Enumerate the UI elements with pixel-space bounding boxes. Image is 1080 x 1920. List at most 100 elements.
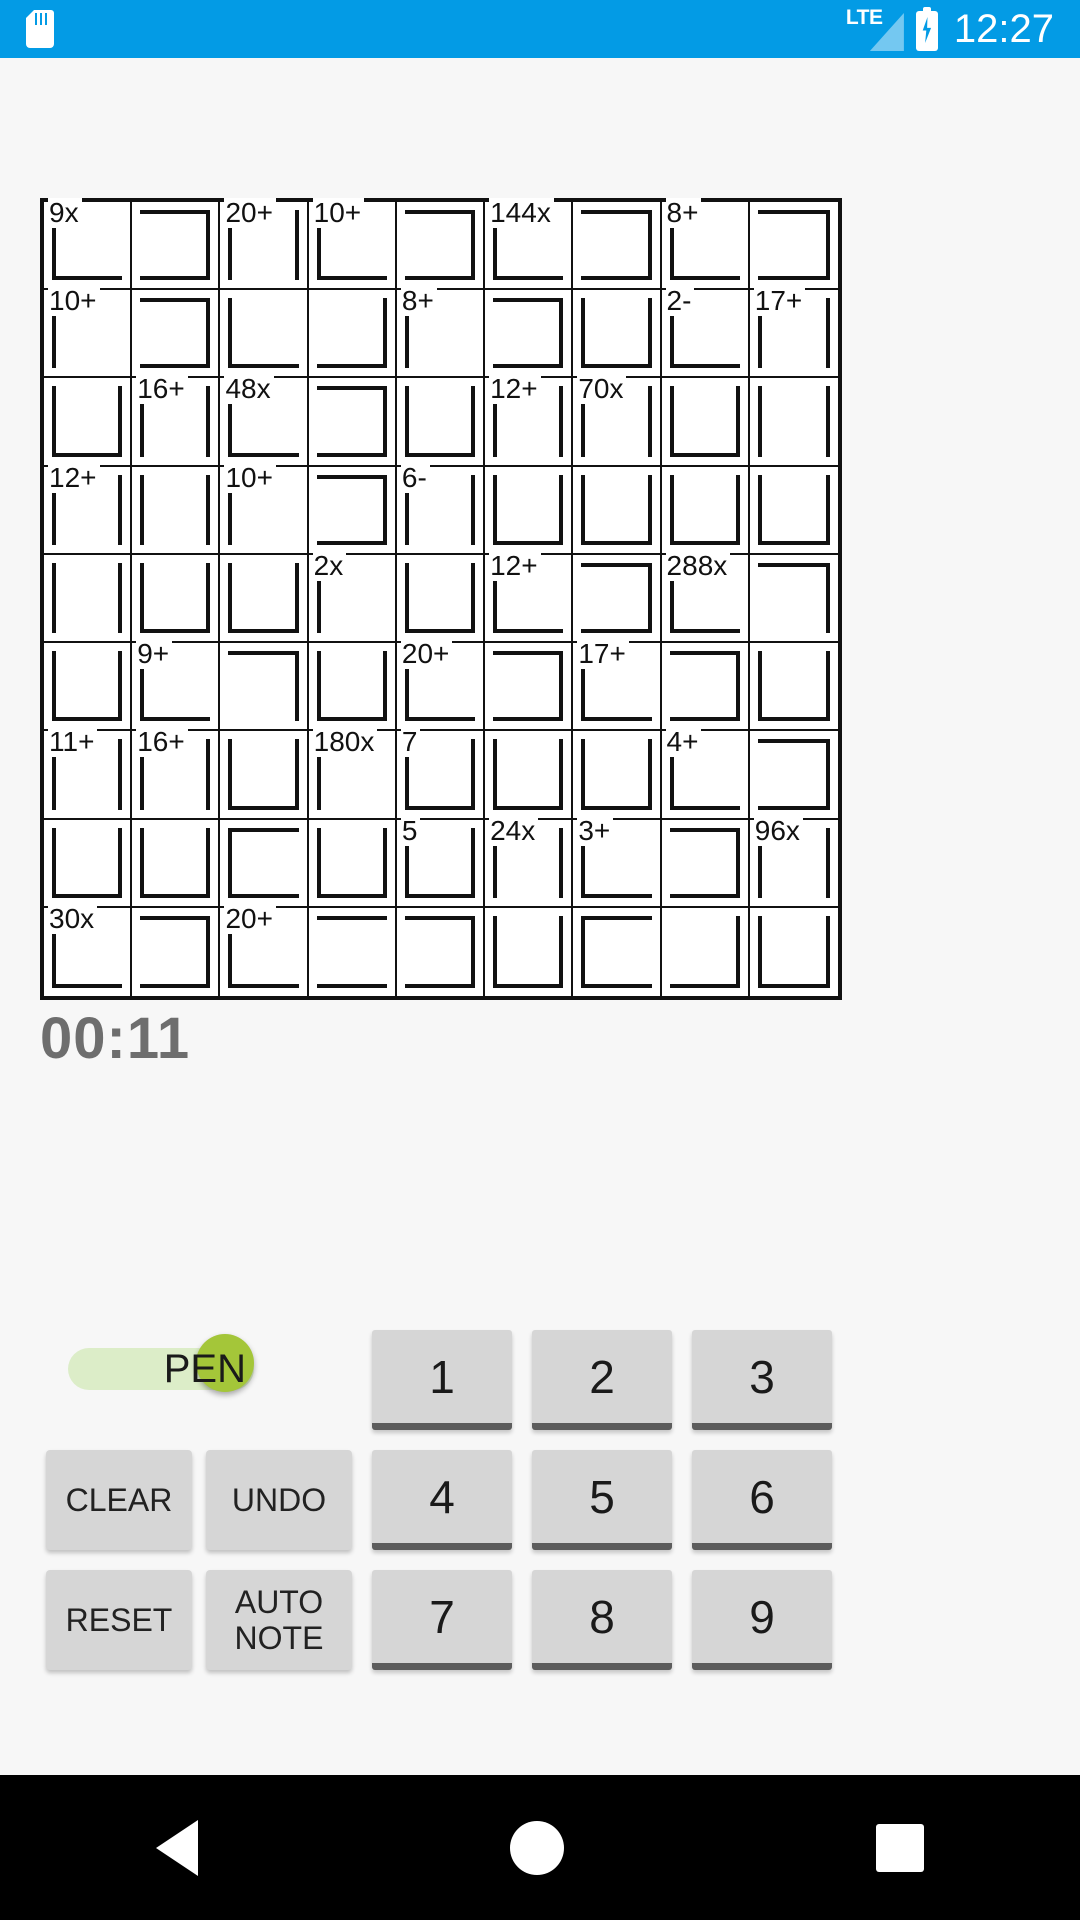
grid-cell-r4-c3[interactable]: 2x: [308, 550, 397, 644]
grid-cell-r6-c4[interactable]: 7: [396, 727, 486, 820]
grid-cell-r4-c0[interactable]: [44, 554, 133, 644]
grid-cell-r2-c5[interactable]: 12+: [485, 374, 574, 467]
grid-cell-r7-c8[interactable]: 96x: [749, 815, 838, 908]
grid-cell-r2-c8[interactable]: [749, 378, 838, 467]
grid-cell-r8-c8[interactable]: [749, 907, 838, 996]
grid-cell-r3-c1[interactable]: [132, 466, 221, 555]
grid-cell-r5-c2[interactable]: [220, 643, 309, 732]
clear-button[interactable]: CLEAR: [46, 1450, 192, 1550]
undo-button[interactable]: UNDO: [206, 1450, 352, 1550]
grid-cell-r0-c1[interactable]: [132, 202, 221, 291]
grid-cell-r7-c2[interactable]: [220, 819, 309, 908]
grid-cell-r1-c5[interactable]: [485, 290, 574, 379]
grid-cell-r0-c7[interactable]: 8+: [661, 198, 750, 291]
numpad-button-7[interactable]: 7: [372, 1570, 512, 1670]
grid-cell-r8-c2[interactable]: 20+: [220, 903, 309, 996]
grid-cell-r3-c8[interactable]: [749, 466, 838, 555]
numpad-button-8[interactable]: 8: [532, 1570, 672, 1670]
grid-cell-r2-c7[interactable]: [661, 378, 750, 467]
auto-note-button[interactable]: AUTO NOTE: [206, 1570, 352, 1670]
numpad-button-5[interactable]: 5: [532, 1450, 672, 1550]
grid-cell-r6-c1[interactable]: 16+: [132, 727, 221, 820]
grid-cell-r3-c2[interactable]: 10+: [220, 462, 309, 555]
grid-cell-r5-c6[interactable]: 17+: [573, 639, 662, 732]
grid-cell-r7-c6[interactable]: 3+: [573, 815, 662, 908]
grid-cell-r7-c4[interactable]: 5: [396, 815, 486, 908]
reset-button[interactable]: RESET: [46, 1570, 192, 1670]
grid-cell-r7-c3[interactable]: [308, 819, 397, 908]
grid-cell-r0-c4[interactable]: [396, 202, 486, 291]
grid-cell-r1-c3[interactable]: [308, 290, 397, 379]
grid-cell-r2-c6[interactable]: 70x: [573, 374, 662, 467]
grid-cell-r1-c7[interactable]: 2-: [661, 286, 750, 379]
grid-cell-r2-c2[interactable]: 48x: [220, 374, 309, 467]
grid-cell-r8-c5[interactable]: [485, 907, 574, 996]
back-triangle-icon[interactable]: [156, 1819, 198, 1876]
grid-cell-r8-c4[interactable]: [396, 907, 486, 996]
grid-cell-r3-c7[interactable]: [661, 466, 750, 555]
grid-cell-r1-c8[interactable]: 17+: [749, 286, 838, 379]
grid-cell-r3-c3[interactable]: [308, 466, 397, 555]
grid-cell-r5-c7[interactable]: [661, 643, 750, 732]
grid-cell-r0-c3[interactable]: 10+: [308, 198, 397, 291]
grid-cell-r7-c7[interactable]: [661, 819, 750, 908]
grid-cell-r1-c0[interactable]: 10+: [44, 286, 133, 379]
grid-cell-r6-c0[interactable]: 11+: [44, 727, 133, 820]
numpad-button-1[interactable]: 1: [372, 1330, 512, 1430]
grid-cell-r5-c3[interactable]: [308, 643, 397, 732]
numpad-button-6[interactable]: 6: [692, 1450, 832, 1550]
grid-cell-r3-c0[interactable]: 12+: [44, 462, 133, 555]
home-circle-icon[interactable]: [510, 1820, 564, 1875]
grid-cell-r8-c6[interactable]: [573, 907, 662, 996]
grid-cell-r8-c3[interactable]: [308, 907, 397, 996]
grid-cell-r6-c7[interactable]: 4+: [661, 727, 750, 820]
calcudoku-grid[interactable]: 9x 20+ 10+ 144x 8+ 10+ 8+ 2- 17+ 16+ 48x 12+ 70x 12+ 1…: [40, 198, 842, 1000]
grid-cell-r5-c8[interactable]: [749, 643, 838, 732]
numpad-button-3[interactable]: 3: [692, 1330, 832, 1430]
grid-cell-r2-c4[interactable]: [396, 378, 486, 467]
grid-cell-r4-c5[interactable]: 12+: [485, 550, 574, 644]
grid-cell-r2-c0[interactable]: [44, 378, 133, 467]
grid-cell-r2-c1[interactable]: 16+: [132, 374, 221, 467]
numpad-button-9[interactable]: 9: [692, 1570, 832, 1670]
grid-cell-r3-c6[interactable]: [573, 466, 662, 555]
grid-cell-r0-c0[interactable]: 9x: [44, 198, 133, 291]
grid-cell-r5-c0[interactable]: [44, 643, 133, 732]
grid-cell-r4-c7[interactable]: 288x: [661, 550, 750, 644]
grid-cell-r4-c8[interactable]: [749, 554, 838, 644]
grid-cell-r5-c5[interactable]: [485, 643, 574, 732]
grid-cell-r2-c3[interactable]: [308, 378, 397, 467]
grid-cell-r3-c4[interactable]: 6-: [396, 462, 486, 555]
grid-cell-r3-c5[interactable]: [485, 466, 574, 555]
grid-cell-r6-c3[interactable]: 180x: [308, 727, 397, 820]
grid-cell-r5-c1[interactable]: 9+: [132, 639, 221, 732]
grid-cell-r1-c2[interactable]: [220, 290, 309, 379]
numpad-button-4[interactable]: 4: [372, 1450, 512, 1550]
grid-cell-r1-c1[interactable]: [132, 290, 221, 379]
grid-cell-r1-c6[interactable]: [573, 290, 662, 379]
grid-cell-r6-c5[interactable]: [485, 731, 574, 820]
pen-mode-toggle[interactable]: PEN: [68, 1334, 254, 1392]
grid-cell-r8-c1[interactable]: [132, 907, 221, 996]
grid-cell-r6-c2[interactable]: [220, 731, 309, 820]
grid-cell-r6-c6[interactable]: [573, 731, 662, 820]
grid-cell-r7-c5[interactable]: 24x: [485, 815, 574, 908]
grid-cell-r7-c1[interactable]: [132, 819, 221, 908]
grid-cell-r0-c6[interactable]: [573, 202, 662, 291]
grid-cell-r0-c5[interactable]: 144x: [485, 198, 574, 291]
grid-cell-r8-c0[interactable]: 30x: [44, 903, 133, 996]
recents-square-icon[interactable]: [876, 1823, 924, 1872]
grid-cell-r7-c0[interactable]: [44, 819, 133, 908]
grid-cell-r5-c4[interactable]: 20+: [396, 639, 486, 732]
cage-label: 2-: [665, 286, 695, 317]
grid-cell-r4-c6[interactable]: [573, 554, 662, 644]
grid-cell-r4-c1[interactable]: [132, 554, 221, 644]
grid-cell-r6-c8[interactable]: [749, 731, 838, 820]
grid-cell-r0-c8[interactable]: [749, 202, 838, 291]
grid-cell-r0-c2[interactable]: 20+: [220, 198, 309, 291]
grid-cell-r8-c7[interactable]: [661, 907, 750, 996]
grid-cell-r4-c2[interactable]: [220, 554, 309, 644]
numpad-button-2[interactable]: 2: [532, 1330, 672, 1430]
grid-cell-r1-c4[interactable]: 8+: [396, 286, 486, 379]
grid-cell-r4-c4[interactable]: [396, 554, 486, 644]
